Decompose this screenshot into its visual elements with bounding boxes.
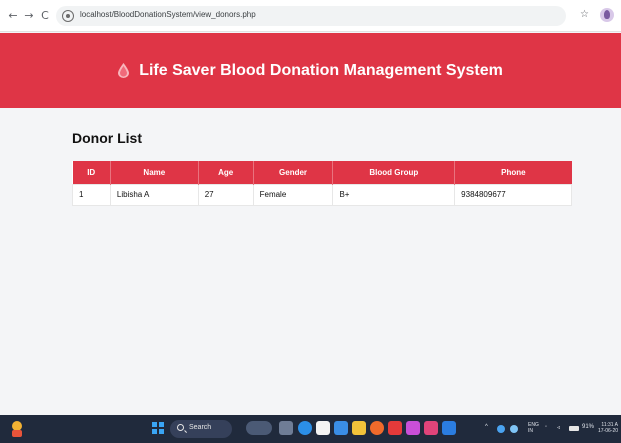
calculator-icon[interactable]: [316, 421, 330, 435]
url-text[interactable]: localhost/BloodDonationSystem/view_donor…: [80, 10, 256, 19]
app-w-icon[interactable]: [388, 421, 402, 435]
app-colorful-icon[interactable]: [406, 421, 420, 435]
search-label: Search: [189, 424, 212, 431]
main-content: Donor List ID Name Age Gender Blood Grou…: [72, 130, 572, 206]
tray-cloud-icon[interactable]: [510, 425, 518, 433]
donor-table: ID Name Age Gender Blood Group Phone 1 L…: [72, 161, 572, 206]
search-icon: [177, 424, 184, 431]
site-info-icon[interactable]: [62, 10, 74, 22]
widgets-icon[interactable]: [9, 420, 25, 438]
cell-id: 1: [72, 183, 111, 206]
column-header-blood-group: Blood Group: [332, 161, 456, 184]
firefox-icon[interactable]: [370, 421, 384, 435]
task-view-icon[interactable]: [279, 421, 293, 435]
column-header-gender: Gender: [253, 161, 334, 184]
reload-icon[interactable]: C: [39, 9, 51, 23]
bookmark-star-icon[interactable]: ☆: [580, 9, 589, 20]
table-header-row: ID Name Age Gender Blood Group Phone: [72, 161, 572, 184]
start-icon[interactable]: [152, 422, 164, 434]
battery-icon[interactable]: [569, 426, 579, 431]
edge-icon[interactable]: [298, 421, 312, 435]
cell-blood-group: B+: [332, 183, 456, 206]
blood-drop-icon: [118, 63, 130, 78]
vscode-icon[interactable]: [442, 421, 456, 435]
section-title: Donor List: [72, 130, 142, 146]
browser-toolbar: ← → C localhost/BloodDonationSystem/view…: [0, 0, 621, 32]
column-header-name: Name: [110, 161, 199, 184]
battery-percent: 91%: [582, 424, 595, 430]
address-bar[interactable]: localhost/BloodDonationSystem/view_donor…: [56, 6, 566, 26]
page-title: Life Saver Blood Donation Management Sys…: [139, 61, 503, 79]
language-indicator[interactable]: ENG IN: [528, 422, 539, 434]
back-icon[interactable]: ←: [7, 9, 19, 23]
store-icon[interactable]: [334, 421, 348, 435]
column-header-id: ID: [72, 161, 111, 184]
cell-gender: Female: [252, 183, 334, 206]
volume-icon[interactable]: ◃: [557, 424, 560, 431]
cell-age: 27: [197, 183, 254, 206]
copilot-icon[interactable]: [246, 421, 272, 435]
forward-icon[interactable]: →: [23, 9, 35, 23]
column-header-age: Age: [198, 161, 254, 184]
wifi-icon[interactable]: ◦: [545, 424, 547, 430]
tray-app-icon[interactable]: [497, 425, 505, 433]
profile-avatar[interactable]: [600, 8, 614, 22]
table-row: 1 Libisha A 27 Female B+ 9384809677: [72, 183, 572, 206]
taskbar-search[interactable]: Search: [170, 420, 232, 438]
column-header-phone: Phone: [501, 167, 526, 177]
app-pink-icon[interactable]: [424, 421, 438, 435]
chevron-up-icon[interactable]: ^: [485, 424, 488, 430]
cell-name: Libisha A: [109, 183, 199, 206]
site-header: Life Saver Blood Donation Management Sys…: [0, 33, 621, 108]
file-explorer-icon[interactable]: [352, 421, 366, 435]
cell-phone: 9384809677: [454, 183, 572, 206]
windows-taskbar: Search ^ ENG IN ◦ ◃ 91% 11:31 A 17-06-20: [0, 415, 621, 443]
clock[interactable]: 11:31 A 17-06-20: [598, 422, 618, 434]
